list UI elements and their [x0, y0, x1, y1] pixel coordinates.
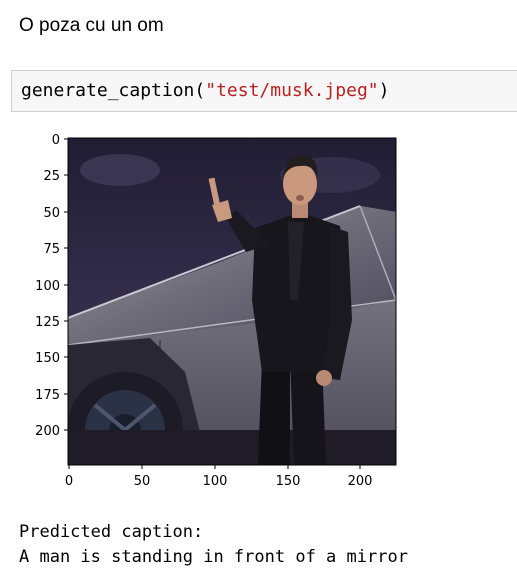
y-tick-label: 125 — [35, 315, 60, 330]
image-plot: 0 25 50 75 100 125 150 175 200 0 50 100 … — [35, 133, 397, 489]
code-line[interactable]: generate_caption("test/musk.jpeg") — [21, 80, 389, 101]
predicted-caption: A man is standing in front of a mirror — [19, 547, 408, 567]
x-tick-label: 50 — [134, 474, 151, 489]
y-tick-label: 100 — [35, 279, 60, 294]
x-tick-label: 0 — [65, 474, 73, 489]
markdown-cell-text: O poza cu un om — [19, 15, 164, 36]
code-close-paren: ) — [378, 80, 390, 101]
y-axis: 0 25 50 75 100 125 150 175 200 — [35, 133, 68, 439]
y-tick-label: 150 — [35, 351, 60, 366]
y-tick-label: 200 — [35, 424, 60, 439]
x-tick-label: 100 — [203, 474, 228, 489]
x-axis: 0 50 100 150 200 — [65, 465, 373, 489]
code-open-paren: ( — [194, 80, 206, 101]
y-tick-label: 50 — [43, 206, 60, 221]
y-tick-label: 25 — [43, 169, 60, 184]
y-tick-label: 0 — [52, 133, 60, 148]
code-function-name: generate_caption — [21, 80, 195, 101]
code-string-argument: "test/musk.jpeg" — [205, 80, 379, 101]
y-tick-label: 175 — [35, 388, 60, 403]
x-tick-label: 200 — [348, 474, 373, 489]
y-tick-label: 75 — [43, 242, 60, 257]
cell-output: Predicted caption: A man is standing in f… — [19, 520, 408, 570]
displayed-photo — [68, 138, 396, 465]
output-label: Predicted caption: — [19, 522, 204, 542]
code-cell[interactable]: generate_caption("test/musk.jpeg") — [11, 70, 517, 112]
x-tick-label: 150 — [276, 474, 301, 489]
